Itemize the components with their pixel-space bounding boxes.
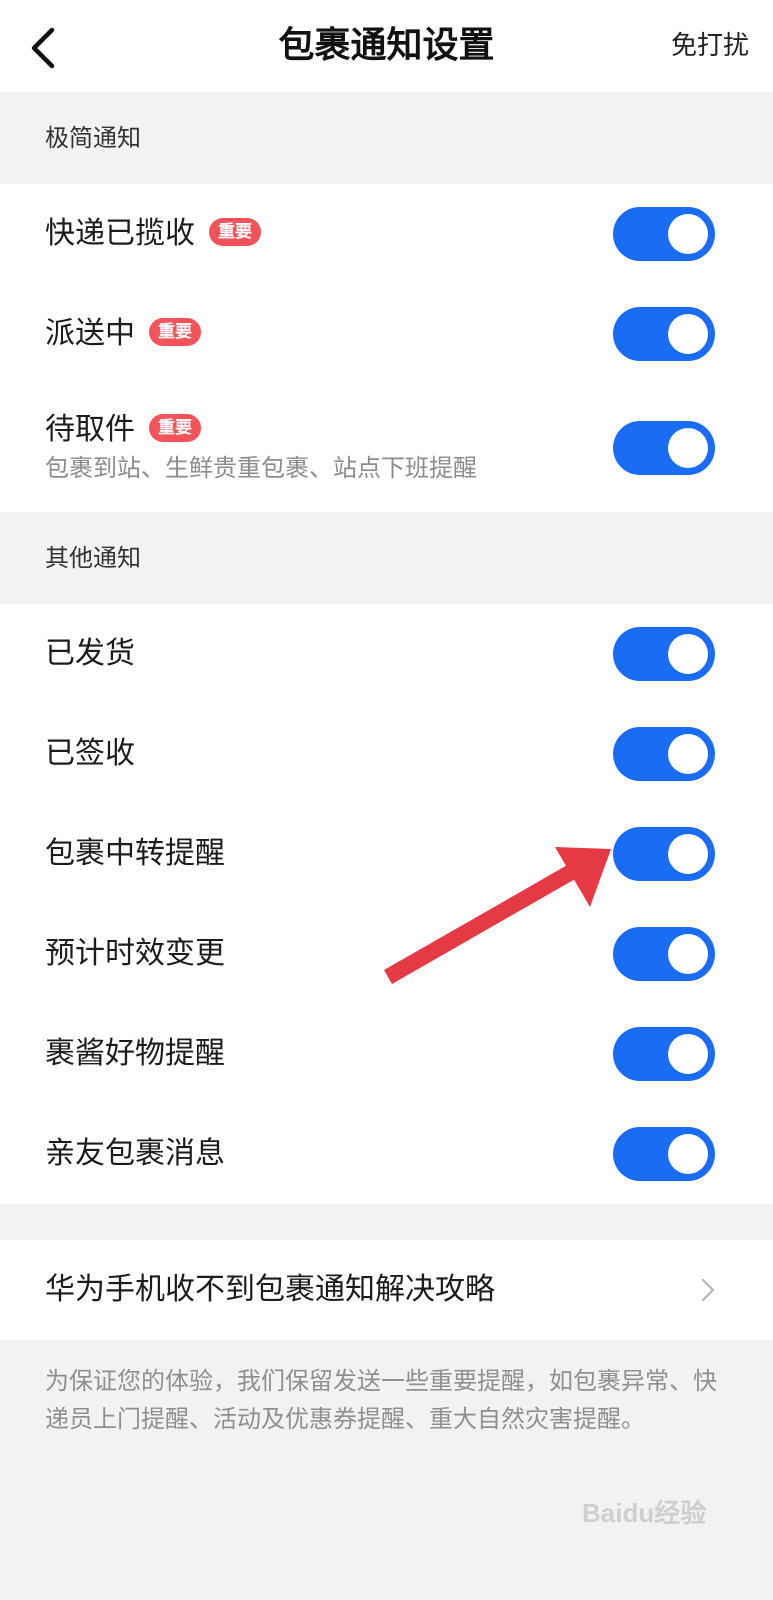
toggle-knob <box>668 314 708 354</box>
toggle-switch[interactable] <box>613 1027 715 1081</box>
toggle-knob <box>668 734 708 774</box>
setting-label: 待取件 <box>45 412 135 447</box>
toggle-switch[interactable] <box>613 927 715 981</box>
setting-row-goods: 裹酱好物提醒 <box>0 1004 773 1104</box>
setting-row-eta-change: 预计时效变更 <box>0 904 773 1004</box>
setting-label: 快递已揽收 <box>45 216 195 251</box>
baidu-watermark: Baidu经验 <box>582 1498 707 1528</box>
setting-label: 裹酱好物提醒 <box>45 1036 225 1071</box>
page-title: 包裹通知设置 <box>278 25 495 66</box>
setting-subtitle: 包裹到站、生鲜贵重包裹、站点下班提醒 <box>45 454 477 482</box>
toggle-knob <box>668 1134 708 1174</box>
toggle-switch[interactable] <box>613 207 715 261</box>
toggle-switch[interactable] <box>613 627 715 681</box>
section-header-other: 其他通知 <box>0 512 773 604</box>
section-header-simple: 极简通知 <box>0 92 773 184</box>
setting-label: 亲友包裹消息 <box>45 1136 225 1171</box>
toggle-knob <box>668 834 708 874</box>
do-not-disturb-button[interactable]: 免打扰 <box>671 28 749 64</box>
toggle-knob <box>668 428 708 468</box>
footer-note: 为保证您的体验，我们保留发送一些重要提醒，如包裹异常、快递员上门提醒、活动及优惠… <box>45 1367 717 1433</box>
toggle-switch[interactable] <box>613 421 715 475</box>
setting-label: 已签收 <box>45 736 135 771</box>
simple-notification-group: 快递已揽收 重要 派送中 重要 待取件 重要 包裹到站、生鲜贵重包裹、站点下班提醒 <box>0 184 773 512</box>
setting-row-shipped: 已发货 <box>0 604 773 704</box>
chevron-right-icon <box>701 1278 715 1302</box>
toggle-switch[interactable] <box>613 727 715 781</box>
setting-label: 已发货 <box>45 636 135 671</box>
setting-label: 包裹中转提醒 <box>45 836 225 871</box>
important-badge: 重要 <box>149 317 201 346</box>
setting-label: 预计时效变更 <box>45 936 225 971</box>
setting-label: 派送中 <box>45 316 135 351</box>
help-link-row[interactable]: 华为手机收不到包裹通知解决攻略 <box>0 1240 773 1340</box>
toggle-switch[interactable] <box>613 1127 715 1181</box>
toggle-switch[interactable] <box>613 307 715 361</box>
toggle-knob <box>668 214 708 254</box>
toggle-switch[interactable] <box>613 827 715 881</box>
important-badge: 重要 <box>209 217 261 246</box>
important-badge: 重要 <box>149 413 201 442</box>
toggle-knob <box>668 934 708 974</box>
setting-row-delivering: 派送中 重要 <box>0 284 773 384</box>
setting-row-friends: 亲友包裹消息 <box>0 1104 773 1204</box>
setting-row-picked-up: 快递已揽收 重要 <box>0 184 773 284</box>
nav-bar: 包裹通知设置 免打扰 <box>0 0 773 92</box>
section-title: 极简通知 <box>45 124 141 152</box>
help-link-label: 华为手机收不到包裹通知解决攻略 <box>45 1272 495 1307</box>
toggle-knob <box>668 634 708 674</box>
other-notification-group: 已发货 已签收 包裹中转提醒 预计时效变更 裹酱好物提醒 亲友包裹消息 <box>0 604 773 1204</box>
toggle-knob <box>668 1034 708 1074</box>
setting-row-awaiting-pickup: 待取件 重要 包裹到站、生鲜贵重包裹、站点下班提醒 <box>0 384 773 512</box>
section-title: 其他通知 <box>45 544 141 572</box>
setting-row-signed: 已签收 <box>0 704 773 804</box>
setting-row-transit: 包裹中转提醒 <box>0 804 773 904</box>
